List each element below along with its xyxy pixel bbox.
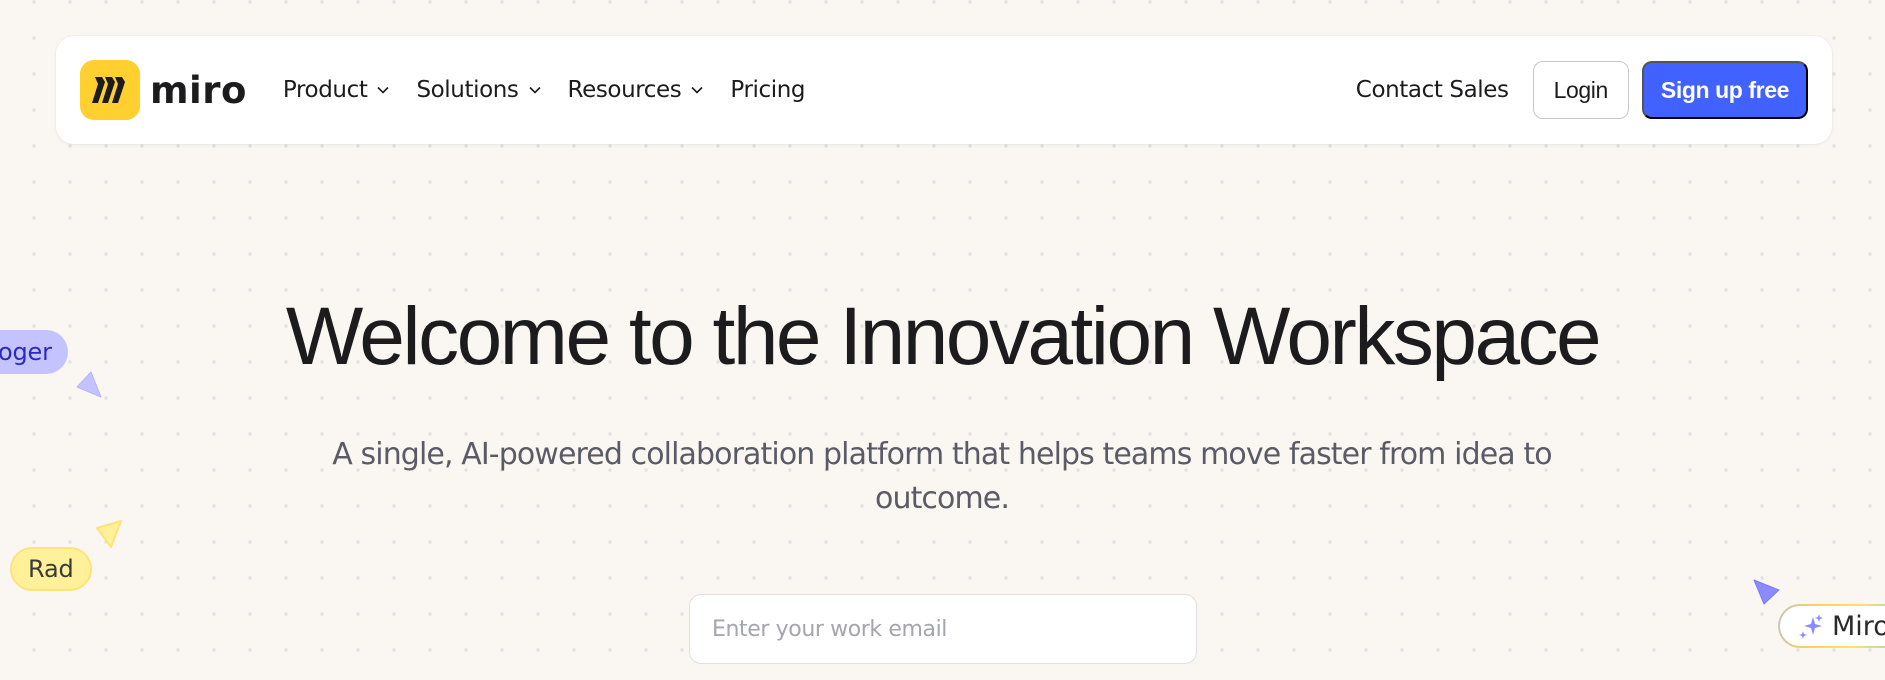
chevron-down-icon bbox=[691, 86, 703, 94]
nav-solutions-label: Solutions bbox=[416, 77, 519, 103]
collaborator-name: oger bbox=[0, 338, 52, 366]
nav-product[interactable]: Product bbox=[283, 77, 391, 103]
collaborator-name: Rad bbox=[28, 555, 74, 583]
contact-sales-link[interactable]: Contact Sales bbox=[1356, 77, 1509, 103]
nav-solutions[interactable]: Solutions bbox=[416, 77, 541, 103]
nav-pricing[interactable]: Pricing bbox=[730, 77, 805, 103]
sparkle-icon bbox=[1799, 614, 1823, 639]
collaborator-tag-roger: oger bbox=[0, 330, 68, 374]
nav-actions: Contact Sales Login Sign up free bbox=[1356, 61, 1808, 119]
cursor-arrow-icon bbox=[76, 371, 102, 398]
cursor-arrow-icon bbox=[96, 520, 122, 548]
miro-wordmark: miro bbox=[150, 68, 247, 112]
nav-product-label: Product bbox=[282, 77, 368, 103]
hero-title: Welcome to the Innovation Workspace bbox=[285, 291, 1602, 382]
login-button[interactable]: Login bbox=[1532, 61, 1629, 119]
nav-resources-label: Resources bbox=[567, 77, 682, 103]
miro-ai-tag: Miro bbox=[1778, 604, 1885, 648]
chevron-down-icon bbox=[528, 86, 541, 94]
hero-subtitle: A single, AI-powered collaboration platf… bbox=[332, 437, 1552, 516]
main-menu: Product Solutions Resources Pricing bbox=[283, 77, 806, 103]
chevron-down-icon bbox=[377, 86, 390, 94]
ai-cursor-arrow-icon bbox=[1753, 579, 1780, 605]
top-navigation: miro Product Solutions Resources Pricing… bbox=[56, 36, 1832, 144]
miro-logo-link[interactable]: miro bbox=[80, 60, 247, 120]
miro-logo-icon bbox=[80, 60, 140, 120]
nav-resources[interactable]: Resources bbox=[568, 77, 705, 103]
ai-tag-label: Miro bbox=[1832, 610, 1885, 642]
signup-button[interactable]: Sign up free bbox=[1641, 61, 1808, 119]
collaborator-tag-rad: Rad bbox=[10, 547, 92, 591]
work-email-input[interactable] bbox=[689, 594, 1197, 664]
nav-pricing-label: Pricing bbox=[730, 77, 806, 103]
